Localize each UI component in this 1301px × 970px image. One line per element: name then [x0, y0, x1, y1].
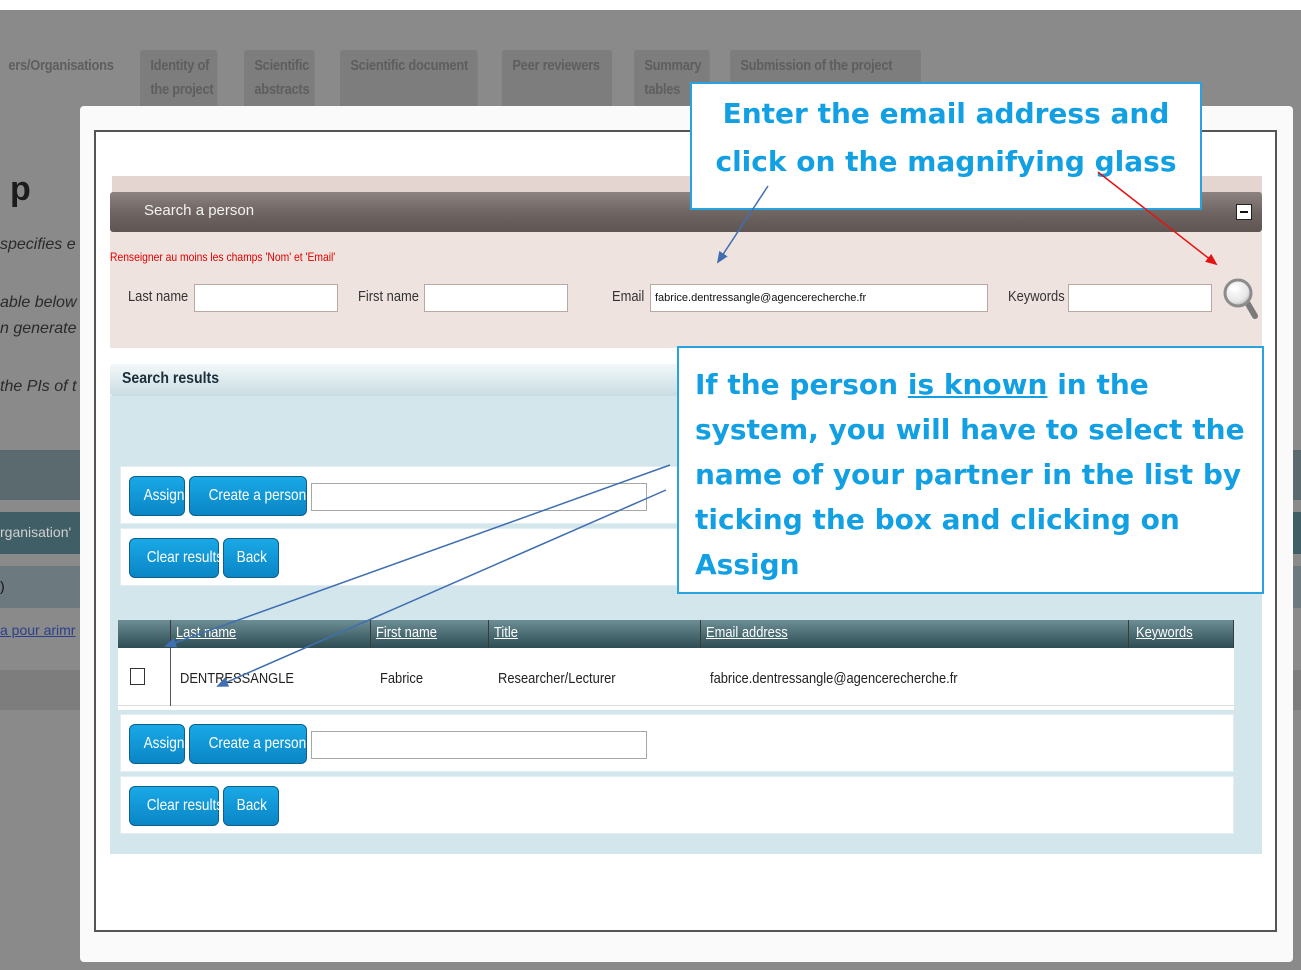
search-results-title: Search results: [122, 370, 220, 387]
bg-tab-label: Scientific: [254, 57, 310, 74]
email-input[interactable]: [650, 284, 988, 312]
keywords-label: Keywords: [1008, 288, 1065, 305]
create-person-button-bottom[interactable]: Create a person: [189, 724, 307, 764]
required-fields-warning: Renseigner au moins les champs 'Nom' et …: [110, 250, 336, 264]
assign-text-input-bottom[interactable]: [311, 731, 647, 759]
column-header-title[interactable]: Title: [494, 624, 518, 641]
row-select-checkbox[interactable]: [130, 668, 145, 685]
bg-text-line: specifies e: [0, 236, 76, 253]
bg-tab-document[interactable]: Scientific document: [340, 50, 478, 106]
callout-line: If the person is known in the: [695, 368, 1149, 401]
bg-text-line: n generate: [0, 320, 77, 337]
bg-tab-label: Scientific document: [350, 57, 468, 74]
bg-tab-identity[interactable]: Identity of the project: [140, 50, 218, 106]
back-button-bottom[interactable]: Back: [223, 786, 279, 826]
magnifying-glass-icon[interactable]: [1222, 276, 1260, 320]
bg-page-heading: p: [10, 170, 31, 208]
cell-title: Researcher/Lecturer: [498, 670, 616, 687]
callout-line: system, you will have to select the: [695, 413, 1245, 446]
assign-button[interactable]: Assign: [129, 476, 185, 516]
callout-line: Enter the email address and: [722, 97, 1170, 130]
callout-line: ticking the box and clicking on: [695, 503, 1180, 536]
bg-tab-label: Identity of: [150, 57, 210, 74]
back-button[interactable]: Back: [223, 538, 279, 578]
collapse-icon[interactable]: [1236, 204, 1252, 220]
create-person-button[interactable]: Create a person: [189, 476, 307, 516]
search-person-title: Search a person: [144, 202, 255, 219]
results-table-header: Last name First name Title Email address…: [118, 620, 1234, 648]
bg-tab-sublabel: the project: [150, 81, 214, 98]
email-label: Email: [612, 288, 645, 305]
bg-tab-abstracts[interactable]: Scientific abstracts: [244, 50, 315, 106]
results-table: Last name First name Title Email address…: [118, 620, 1234, 710]
bg-tab-label: Submission of the project: [740, 57, 893, 74]
bg-text-line: the PIs of t: [0, 378, 77, 395]
annotation-callout-assign: If the person is known in the system, yo…: [677, 346, 1264, 594]
assign-text-input[interactable]: [311, 483, 647, 511]
bg-tab-reviewers[interactable]: Peer reviewers: [502, 50, 613, 106]
callout-line: name of your partner in the list by: [695, 458, 1242, 491]
callout-line: click on the magnifying glass: [715, 145, 1177, 178]
bg-tab-label: Summary: [644, 57, 702, 74]
first-name-label: First name: [358, 288, 419, 305]
column-divider: [170, 648, 171, 706]
column-header-email[interactable]: Email address: [706, 624, 788, 641]
search-form: Renseigner au moins les champs 'Nom' et …: [110, 232, 1262, 348]
last-name-label: Last name: [128, 288, 189, 305]
bg-link[interactable]: a pour arimr: [0, 622, 75, 638]
first-name-input[interactable]: [424, 284, 568, 312]
bg-tab-label: Peer reviewers: [512, 57, 600, 74]
keywords-input[interactable]: [1068, 284, 1212, 312]
assign-button-bottom[interactable]: Assign: [129, 724, 185, 764]
annotation-callout-email: Enter the email address and click on the…: [690, 82, 1202, 210]
callout-line: Assign: [695, 548, 800, 581]
bg-tab-partners[interactable]: ers/Organisations: [0, 50, 124, 106]
column-header-last-name[interactable]: Last name: [176, 624, 236, 641]
bg-text-line: able below: [0, 294, 77, 311]
cell-last-name: DENTRESSANGLE: [180, 670, 294, 687]
bg-row-text: ): [0, 578, 5, 594]
action-row-bottom: Assign Create a person: [120, 714, 1234, 772]
cell-first-name: Fabrice: [380, 670, 424, 687]
column-header-keywords[interactable]: Keywords: [1136, 624, 1193, 641]
bg-band-text: rganisation': [0, 524, 72, 540]
clear-results-button-bottom[interactable]: Clear results: [129, 786, 223, 826]
cell-email: fabrice.dentressangle@agencerecherche.fr: [710, 670, 958, 687]
action-row-bottom-secondary: Clear results Back: [120, 776, 1234, 834]
last-name-input[interactable]: [194, 284, 338, 312]
clear-results-button[interactable]: Clear results: [129, 538, 223, 578]
bg-tab-sublabel: abstracts: [254, 81, 310, 98]
table-row: DENTRESSANGLE Fabrice Researcher/Lecture…: [118, 648, 1234, 706]
bg-tab-label: ers/Organisations: [8, 57, 114, 74]
column-header-first-name[interactable]: First name: [376, 624, 437, 641]
